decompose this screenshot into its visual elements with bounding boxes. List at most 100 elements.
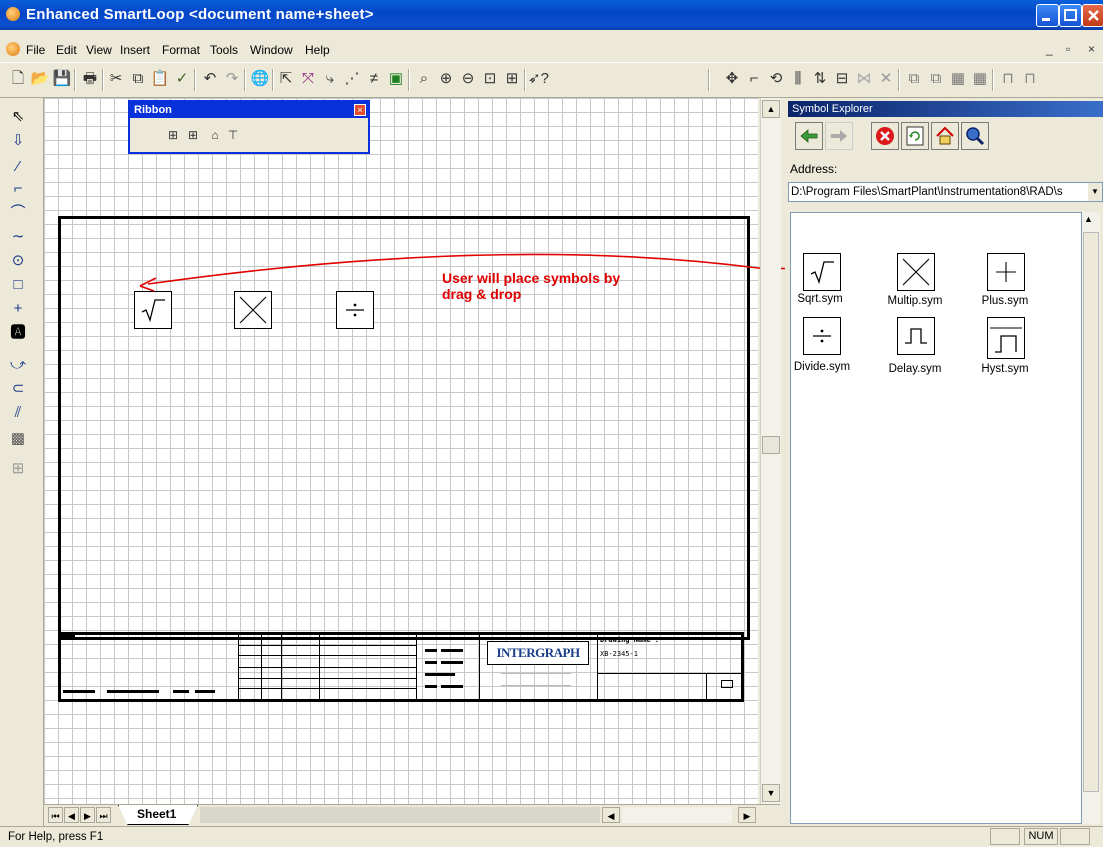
format-painter-icon[interactable]: ✓ xyxy=(172,69,192,89)
menu-window[interactable]: Window xyxy=(250,43,293,57)
paste-icon[interactable]: 📋 xyxy=(150,69,170,89)
ungroup-icon[interactable]: ⋈ xyxy=(854,69,874,89)
menu-view[interactable]: View xyxy=(86,43,112,57)
drawing-canvas[interactable]: User will place symbols by drag & drop I… xyxy=(44,98,758,804)
explorer-scroll-thumb[interactable] xyxy=(1083,232,1099,792)
select-tool-icon[interactable]: ⇱ xyxy=(276,69,296,89)
delay-symbol-item[interactable] xyxy=(897,317,935,355)
ribbon-tool-2-icon[interactable]: ⊞ xyxy=(184,126,202,144)
ribbon-toolbar[interactable]: Ribbon × ⊞ ⊞ ⌂ ⊤ xyxy=(128,100,370,154)
point-icon[interactable]: + xyxy=(4,298,32,320)
text-cursor-icon[interactable]: ⇩ xyxy=(4,130,32,152)
zoom-area-icon[interactable]: ⌕ xyxy=(414,69,434,89)
globe-icon[interactable]: 🌐 xyxy=(250,69,270,89)
menu-format[interactable]: Format xyxy=(162,43,200,57)
canvas-vertical-scrollbar[interactable]: ▲ ▼ xyxy=(760,98,781,804)
menu-file[interactable]: File xyxy=(26,43,45,57)
mirror-icon[interactable]: ⫼ xyxy=(788,69,808,89)
close-button[interactable] xyxy=(1082,4,1103,27)
line-icon[interactable]: ⁄ xyxy=(4,156,32,178)
explorer-scroll-up-icon[interactable]: ▲ xyxy=(1084,214,1093,224)
toggle-grid-icon[interactable]: ▣ xyxy=(386,69,406,89)
delay-symbol-label[interactable]: Delay.sym xyxy=(880,363,950,375)
next-sheet-icon[interactable]: ▶ xyxy=(80,807,95,823)
cut-icon[interactable]: ✂ xyxy=(106,69,126,89)
prev-sheet-icon[interactable]: ◀ xyxy=(64,807,79,823)
trim-icon[interactable]: ⊂ xyxy=(4,378,32,400)
zoom-out-icon[interactable]: ⊖ xyxy=(458,69,478,89)
circle-icon[interactable]: ⊙ xyxy=(4,250,32,272)
fill-pattern-icon[interactable]: ▩ xyxy=(4,428,32,450)
insert-symbol-icon[interactable]: ⊞ xyxy=(4,458,32,480)
document-icon[interactable] xyxy=(6,42,20,56)
multiply-symbol-item[interactable] xyxy=(897,253,935,291)
dimension-icon[interactable]: ⤻ xyxy=(4,354,32,376)
curve-icon[interactable]: ∼ xyxy=(4,226,32,248)
route-icon[interactable]: ⤷ xyxy=(320,69,340,89)
flip-icon[interactable]: ⇅ xyxy=(810,69,830,89)
back-button[interactable] xyxy=(795,122,823,150)
refresh-button[interactable] xyxy=(901,122,929,150)
last-sheet-icon[interactable]: ⏭ xyxy=(96,807,111,823)
plus-symbol-label[interactable]: Plus.sym xyxy=(970,295,1040,307)
layer-icon[interactable]: ≠ xyxy=(364,69,384,89)
menu-tools[interactable]: Tools xyxy=(210,43,238,57)
scroll-down-icon[interactable]: ▼ xyxy=(762,784,780,802)
mdi-close-icon[interactable]: × xyxy=(1088,42,1095,56)
zoom-previous-icon[interactable]: ⊞ xyxy=(502,69,522,89)
redo-icon[interactable]: ↷ xyxy=(222,69,242,89)
arc-icon[interactable]: ⌒ xyxy=(4,202,32,224)
hyst-symbol-label[interactable]: Hyst.sym xyxy=(970,363,1040,375)
text-tool-icon[interactable]: 🅰 xyxy=(4,322,32,344)
ribbon-tool-4-icon[interactable]: ⊤ xyxy=(224,126,242,144)
zoom-in-icon[interactable]: ⊕ xyxy=(436,69,456,89)
fit-icon[interactable]: ⊡ xyxy=(480,69,500,89)
new-icon[interactable]: 🗋 xyxy=(8,69,28,89)
align-top-icon[interactable]: ⊓ xyxy=(1020,69,1040,89)
plus-symbol-item[interactable] xyxy=(987,253,1025,291)
address-field[interactable]: D:\Program Files\SmartPlant\Instrumentat… xyxy=(788,182,1103,202)
divide-symbol-item[interactable] xyxy=(803,317,841,355)
first-sheet-icon[interactable]: ⏮ xyxy=(48,807,63,823)
undo-icon[interactable]: ↶ xyxy=(200,69,220,89)
hscroll-left-icon[interactable]: ◀ xyxy=(602,807,620,823)
maximize-button[interactable] xyxy=(1059,4,1082,27)
fillet-icon[interactable]: ⌐ xyxy=(744,69,764,89)
horizontal-scroll-track[interactable] xyxy=(622,807,732,823)
send-back-icon[interactable]: ⧉ xyxy=(926,69,946,89)
forward-button[interactable] xyxy=(825,122,853,150)
help-pointer-icon[interactable]: ➶? xyxy=(528,69,549,89)
connect-icon[interactable]: ⤧ xyxy=(298,69,318,89)
ribbon-tool-3-icon[interactable]: ⌂ xyxy=(206,126,224,144)
copy-icon[interactable]: ⧉ xyxy=(128,69,148,89)
distribute-icon[interactable]: ⊓ xyxy=(998,69,1018,89)
stop-button[interactable] xyxy=(871,122,899,150)
scroll-up-icon[interactable]: ▲ xyxy=(762,100,780,118)
hscroll-right-icon[interactable]: ▶ xyxy=(738,807,756,823)
menu-help[interactable]: Help xyxy=(305,43,330,57)
ribbon-close-icon[interactable]: × xyxy=(354,104,366,116)
open-icon[interactable]: 📂 xyxy=(30,69,50,89)
sqrt-symbol-label[interactable]: Sqrt.sym xyxy=(785,293,855,305)
extend-icon[interactable]: ⫽ xyxy=(4,402,32,424)
multiply-symbol-label[interactable]: Multip.sym xyxy=(880,295,950,307)
print-icon[interactable]: 🖶 xyxy=(80,69,100,89)
send-backward-icon[interactable]: ▦ xyxy=(970,69,990,89)
bring-forward-icon[interactable]: ▦ xyxy=(948,69,968,89)
address-dropdown-icon[interactable]: ▼ xyxy=(1088,183,1102,201)
sqrt-symbol-item[interactable] xyxy=(803,253,841,291)
align-icon[interactable]: ⋰ xyxy=(342,69,362,89)
hyst-symbol-item[interactable] xyxy=(987,317,1025,359)
bring-front-icon[interactable]: ⧉ xyxy=(904,69,924,89)
tab-sheet1[interactable]: Sheet1 xyxy=(118,805,198,825)
minimize-button[interactable] xyxy=(1036,4,1059,27)
polyline-icon[interactable]: ⌐ xyxy=(4,178,32,200)
mdi-restore-icon[interactable]: ▫ xyxy=(1066,42,1070,56)
menu-edit[interactable]: Edit xyxy=(56,43,77,57)
move-icon[interactable]: ✥ xyxy=(722,69,742,89)
divide-symbol-label[interactable]: Divide.sym xyxy=(787,361,857,373)
rectangle-icon[interactable]: □ xyxy=(4,274,32,296)
delete-icon[interactable]: ✕ xyxy=(876,69,896,89)
scroll-thumb[interactable] xyxy=(762,436,780,454)
home-button[interactable] xyxy=(931,122,959,150)
